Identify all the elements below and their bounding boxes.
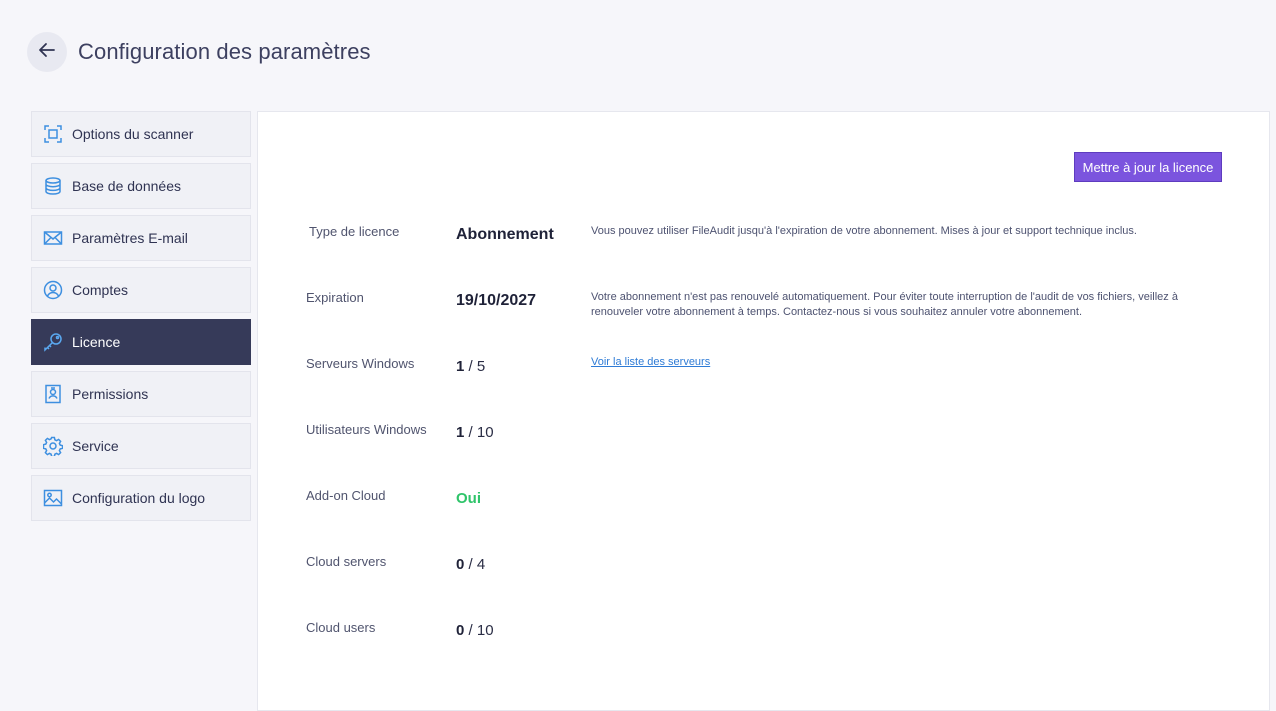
windows-servers-total: / 5 (468, 358, 486, 375)
cloud-users-label: Cloud users (306, 620, 376, 635)
sidebar-item-label: Paramètres E-mail (72, 230, 188, 246)
expiration-value: 19/10/2027 (456, 292, 537, 309)
cloud-servers-used: 0 (456, 556, 465, 573)
license-type-description: Vous pouvez utiliser FileAudit jusqu'à l… (591, 225, 1137, 237)
sidebar-item-permissions[interactable]: Permissions (31, 371, 251, 417)
badge-icon (43, 384, 63, 404)
cloud-users-total: / 10 (468, 622, 494, 639)
key-icon (43, 332, 63, 352)
sidebar-item-service[interactable]: Service (31, 423, 251, 469)
sidebar-item-label: Comptes (72, 282, 129, 298)
settings-sidebar: Options du scanner Base de données Param… (31, 111, 251, 527)
license-panel: Mettre à jour la licence Type de licence… (257, 111, 1270, 711)
cloud-servers-value: 0 / 4 (456, 556, 485, 573)
windows-users-value: 1 / 10 (456, 424, 494, 441)
cloud-servers-total: / 4 (468, 556, 486, 573)
update-license-button[interactable]: Mettre à jour la licence (1074, 152, 1222, 182)
windows-servers-value: 1 / 5 (456, 358, 485, 375)
windows-users-used: 1 (456, 424, 465, 441)
windows-users-total: / 10 (468, 424, 494, 441)
sidebar-item-label: Permissions (72, 386, 149, 402)
sidebar-item-label: Base de données (72, 178, 181, 194)
cloud-users-used: 0 (456, 622, 465, 639)
sidebar-item-accounts[interactable]: Comptes (31, 267, 251, 313)
windows-users-label: Utilisateurs Windows (306, 422, 427, 437)
sidebar-item-label: Configuration du logo (72, 490, 206, 506)
page-title: Configuration des paramètres (78, 39, 371, 64)
scanner-frame-icon (43, 124, 63, 144)
image-icon (43, 488, 63, 508)
expiration-label: Expiration (306, 290, 364, 305)
sidebar-item-label: Licence (72, 334, 121, 350)
sidebar-item-label: Options du scanner (72, 126, 194, 142)
license-type-value: Abonnement (456, 226, 554, 243)
user-circle-icon (43, 280, 63, 300)
cloud-addon-label: Add-on Cloud (306, 488, 386, 503)
cloud-servers-label: Cloud servers (306, 554, 387, 569)
windows-servers-used: 1 (456, 358, 465, 375)
arrow-left-icon (37, 40, 57, 65)
sidebar-item-email-settings[interactable]: Paramètres E-mail (31, 215, 251, 261)
server-list-link[interactable]: Voir la liste des serveurs (591, 356, 710, 368)
sidebar-item-scanner-options[interactable]: Options du scanner (31, 111, 251, 157)
expiration-description: Votre abonnement n'est pas renouvelé aut… (591, 291, 1178, 318)
windows-servers-label: Serveurs Windows (306, 356, 415, 371)
cloud-addon-value: Oui (456, 490, 481, 507)
gear-icon (43, 436, 63, 456)
sidebar-item-logo-config[interactable]: Configuration du logo (31, 475, 251, 521)
sidebar-item-label: Service (72, 438, 119, 454)
database-icon (43, 176, 63, 196)
envelope-icon (43, 228, 63, 248)
sidebar-item-database[interactable]: Base de données (31, 163, 251, 209)
license-type-label: Type de licence (309, 224, 400, 239)
sidebar-item-license[interactable]: Licence (31, 319, 251, 365)
back-button[interactable] (27, 32, 67, 72)
cloud-users-value: 0 / 10 (456, 622, 494, 639)
page-header: Configuration des paramètres (27, 32, 371, 72)
